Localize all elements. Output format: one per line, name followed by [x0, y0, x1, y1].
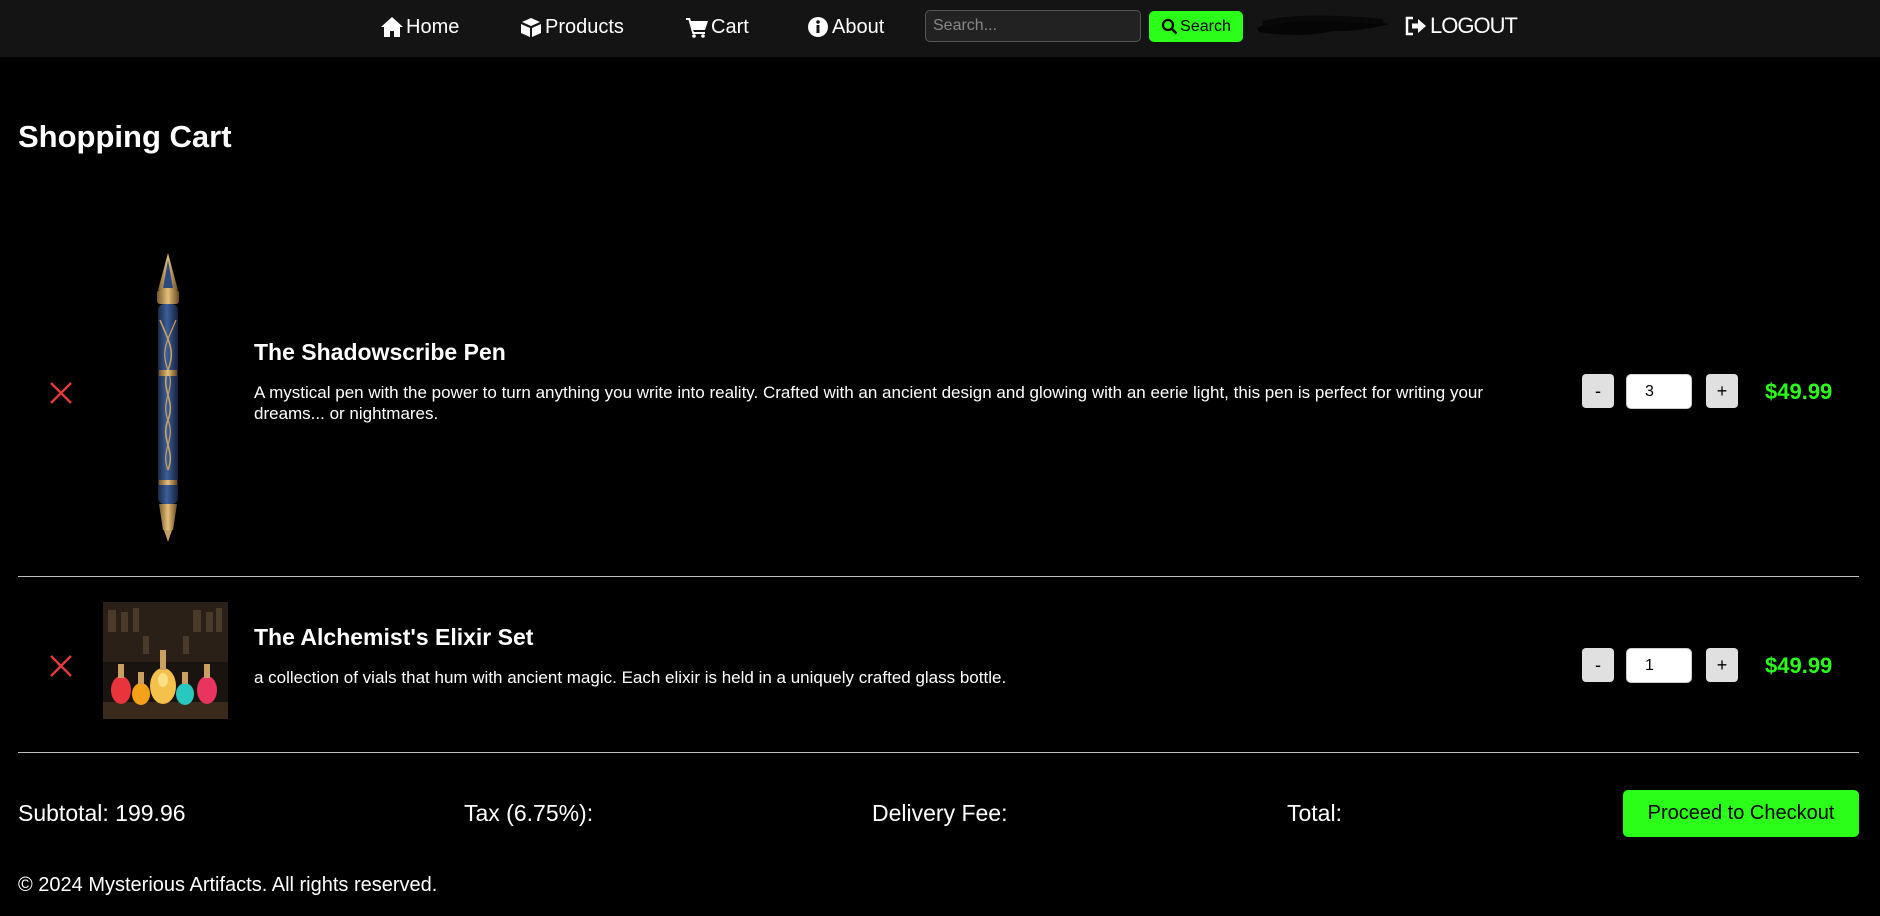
redacted-username [1257, 15, 1389, 35]
nav-about-label: About [832, 15, 885, 38]
row-divider [18, 576, 1859, 577]
top-navigation-bar: Home Products Cart About Search LOGOUT [0, 0, 1880, 57]
remove-item-icon[interactable] [47, 652, 75, 680]
cart-icon [686, 18, 708, 38]
delivery-fee-label: Delivery Fee: [872, 800, 1008, 826]
remove-item-icon[interactable] [47, 379, 75, 407]
nav-cart-link[interactable]: Cart [685, 14, 749, 40]
row-divider [18, 752, 1859, 753]
box-icon [521, 18, 541, 37]
logout-label: LOGOUT [1430, 13, 1518, 38]
item-description: a collection of vials that hum with anci… [254, 668, 1007, 687]
logout-button[interactable]: LOGOUT [1404, 12, 1518, 40]
quantity-increment-button[interactable]: + [1706, 374, 1738, 408]
home-icon [381, 17, 403, 37]
search-button-label: Search [1180, 17, 1231, 35]
logout-icon [1405, 16, 1426, 36]
info-icon [808, 17, 828, 37]
total-label: Total: [1287, 800, 1342, 826]
nav-about-link[interactable]: About [806, 14, 884, 40]
page-title: Shopping Cart [18, 119, 232, 154]
quantity-input[interactable] [1626, 374, 1692, 409]
nav-home-label: Home [406, 15, 460, 38]
quantity-increment-button[interactable]: + [1706, 648, 1738, 682]
search-input[interactable] [925, 10, 1141, 42]
product-image-elixir-set [103, 602, 228, 719]
subtotal-label: Subtotal: 199.96 [18, 800, 186, 826]
search-button[interactable]: Search [1149, 11, 1243, 42]
item-description: A mystical pen with the power to turn an… [254, 383, 1484, 423]
nav-cart-label: Cart [711, 15, 749, 38]
search-icon [1162, 18, 1178, 35]
quantity-input[interactable] [1626, 648, 1692, 683]
proceed-to-checkout-button[interactable]: Proceed to Checkout [1623, 790, 1859, 837]
product-image-pen [140, 250, 196, 545]
nav-home-link[interactable]: Home [380, 14, 459, 40]
nav-products-label: Products [545, 15, 624, 38]
item-name: The Alchemist's Elixir Set [254, 624, 534, 650]
item-price: $49.99 [1765, 379, 1833, 404]
tax-label: Tax (6.75%): [464, 800, 594, 826]
quantity-decrement-button[interactable]: - [1582, 648, 1614, 682]
item-name: The Shadowscribe Pen [254, 339, 506, 365]
item-price: $49.99 [1765, 653, 1833, 678]
quantity-decrement-button[interactable]: - [1582, 374, 1614, 408]
footer-copyright: © 2024 Mysterious Artifacts. All rights … [18, 874, 438, 896]
nav-products-link[interactable]: Products [519, 14, 624, 40]
